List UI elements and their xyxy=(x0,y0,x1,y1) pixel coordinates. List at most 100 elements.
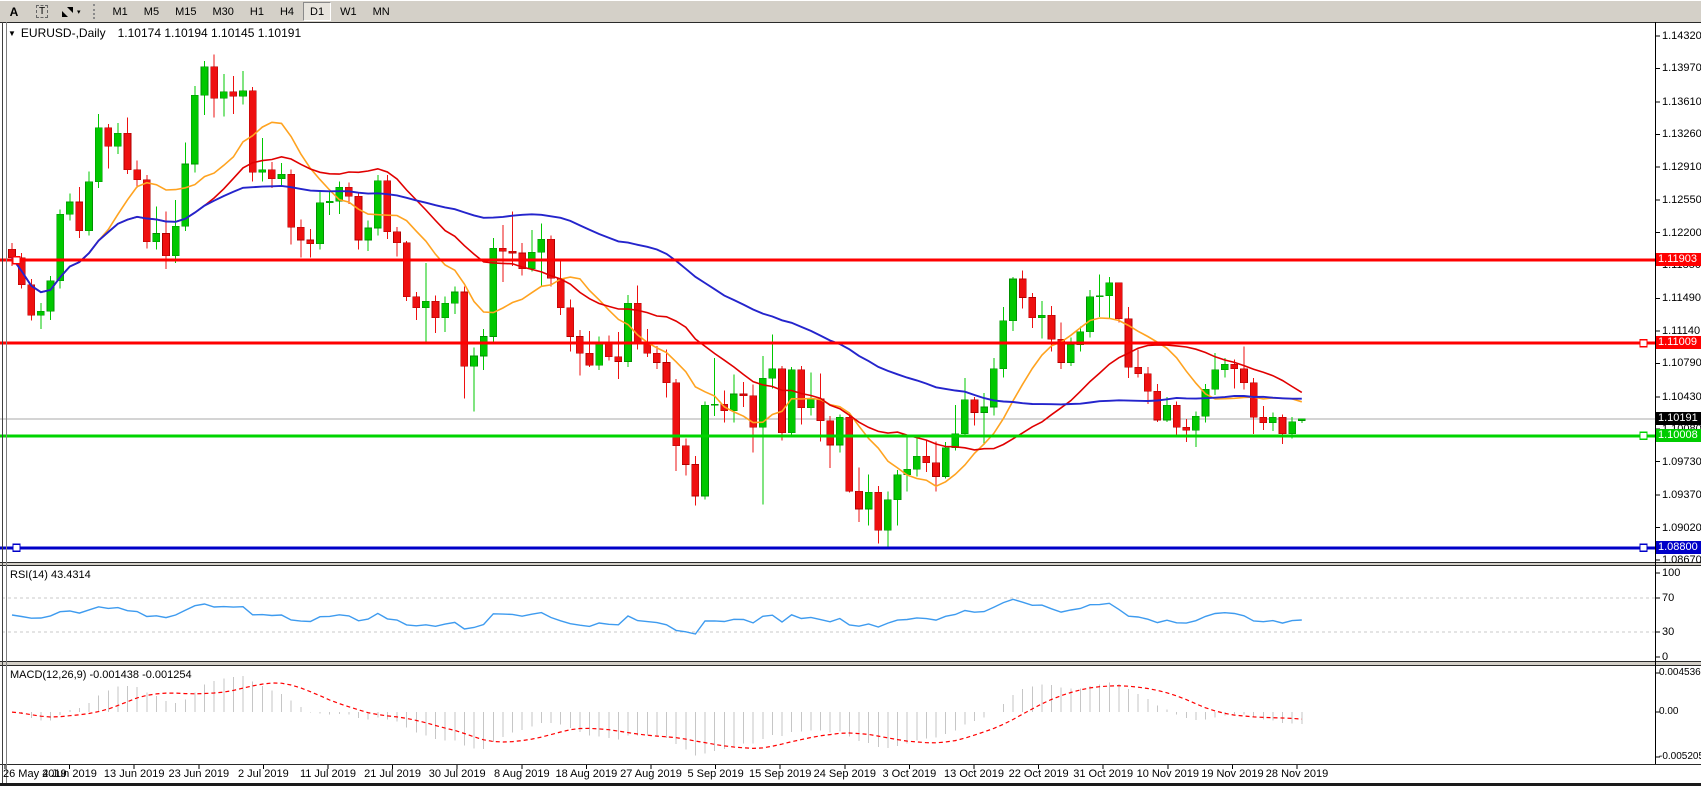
candle-body xyxy=(374,181,381,228)
candle-body xyxy=(519,253,526,269)
candle-body xyxy=(904,469,911,475)
symbol-dropdown-icon[interactable]: ▼ xyxy=(8,29,16,38)
candle-body xyxy=(1115,283,1122,319)
candle-body xyxy=(981,407,988,413)
timeframe-button-mn[interactable]: MN xyxy=(366,2,397,21)
candle-body xyxy=(1029,298,1036,318)
candle-body xyxy=(615,357,622,362)
hline-handle[interactable] xyxy=(1640,544,1647,551)
timeframe-button-h1[interactable]: H1 xyxy=(243,2,271,21)
symbol-label: EURUSD-,Daily xyxy=(21,26,106,40)
candle-body xyxy=(143,180,150,242)
candle-body xyxy=(1067,345,1074,363)
candle-body xyxy=(740,394,747,396)
candle-body xyxy=(625,303,632,361)
candle-body xyxy=(1279,417,1286,434)
candle-body xyxy=(1154,391,1161,420)
timeframe-button-d1[interactable]: D1 xyxy=(303,2,331,21)
date-label: 21 Jul 2019 xyxy=(364,768,421,780)
candle-body xyxy=(1173,405,1180,427)
timeframe-button-w1[interactable]: W1 xyxy=(333,2,364,21)
candle-body xyxy=(230,92,237,97)
price-tick-label: 1.14320 xyxy=(1662,30,1701,42)
candle-body xyxy=(18,258,25,285)
toolbar: A T ▾ M1M5M15M30H1H4D1W1MN xyxy=(0,0,1701,22)
price-tick-label: 1.13260 xyxy=(1662,128,1701,140)
candle-body xyxy=(471,356,478,366)
ma-line-10 xyxy=(12,122,1302,486)
candle-body xyxy=(153,234,160,242)
candle-body xyxy=(692,464,699,496)
price-tick-label: 1.12550 xyxy=(1662,194,1701,206)
candle-body xyxy=(268,170,275,179)
candle-body xyxy=(499,248,506,251)
candle-body xyxy=(403,243,410,297)
candle-body xyxy=(942,448,949,477)
candle-body xyxy=(57,214,64,281)
hline-handle[interactable] xyxy=(13,544,20,551)
candle-body xyxy=(1212,370,1219,389)
candle-body xyxy=(1048,315,1055,339)
candle-body xyxy=(1038,315,1045,318)
macd-tick-label: -0.005205 xyxy=(1659,751,1701,763)
timeframe-button-m30[interactable]: M30 xyxy=(205,2,240,21)
date-label: 31 Oct 2019 xyxy=(1073,768,1133,780)
hline-handle[interactable] xyxy=(1640,432,1647,439)
timeframe-toolbar: M1M5M15M30H1H4D1W1MN xyxy=(105,2,398,21)
panel-splitter[interactable] xyxy=(0,563,1701,565)
candle-body xyxy=(1298,419,1305,421)
candle-body xyxy=(105,128,112,147)
candle-body xyxy=(548,239,555,278)
timeframe-button-m15[interactable]: M15 xyxy=(168,2,203,21)
timeframe-button-m1[interactable]: M1 xyxy=(106,2,135,21)
candle-body xyxy=(384,181,391,232)
candle-body xyxy=(124,133,131,169)
candle-body xyxy=(971,400,978,413)
candle-body xyxy=(634,303,641,343)
candle-body xyxy=(76,202,83,231)
candle-body xyxy=(114,133,121,146)
macd-label: MACD(12,26,9) -0.001438 -0.001254 xyxy=(10,669,192,681)
candle-body xyxy=(528,252,535,269)
candle-body xyxy=(836,417,843,445)
hline-handle[interactable] xyxy=(13,257,20,264)
candle-body xyxy=(422,301,429,307)
candle-body xyxy=(865,492,872,509)
candle-body xyxy=(95,128,102,182)
candle-body xyxy=(961,400,968,434)
price-tick-label: 1.12910 xyxy=(1662,161,1701,173)
panel-splitter[interactable] xyxy=(0,662,1701,665)
candle-body xyxy=(163,234,170,256)
candle-body xyxy=(451,292,458,303)
macd-tick-label: 0.00 xyxy=(1659,706,1678,718)
candle-body xyxy=(336,187,343,201)
date-label: 4 Jun 2019 xyxy=(42,768,96,780)
candle-body xyxy=(1144,374,1151,392)
candle-body xyxy=(586,353,593,365)
candle-body xyxy=(326,201,333,203)
candle-body xyxy=(1019,279,1026,298)
candle-body xyxy=(990,369,997,407)
candle-body xyxy=(875,492,882,530)
timeframe-button-h4[interactable]: H4 xyxy=(273,2,301,21)
candle-body xyxy=(1250,383,1257,417)
date-label: 15 Sep 2019 xyxy=(749,768,811,780)
candle-body xyxy=(644,343,651,353)
candle-body xyxy=(1087,297,1094,332)
candle-body xyxy=(576,336,583,353)
candle-body xyxy=(1096,296,1103,297)
date-label: 30 Jul 2019 xyxy=(429,768,486,780)
arrows-tool-button[interactable]: ▾ xyxy=(57,3,84,21)
text-tool-icon: T xyxy=(36,5,48,18)
candle-body xyxy=(769,369,776,378)
arrow-style-tool-button[interactable]: A xyxy=(1,3,27,21)
candle-body xyxy=(240,91,247,97)
toolbar-grip[interactable] xyxy=(93,4,99,19)
candle-body xyxy=(480,336,487,355)
timeframe-button-m5[interactable]: M5 xyxy=(137,2,166,21)
candle-body xyxy=(1192,416,1199,430)
candle-body xyxy=(605,344,612,357)
hline-handle[interactable] xyxy=(1640,340,1647,347)
price-tick-label: 1.08670 xyxy=(1662,554,1701,566)
text-tool-button[interactable]: T xyxy=(29,3,55,21)
